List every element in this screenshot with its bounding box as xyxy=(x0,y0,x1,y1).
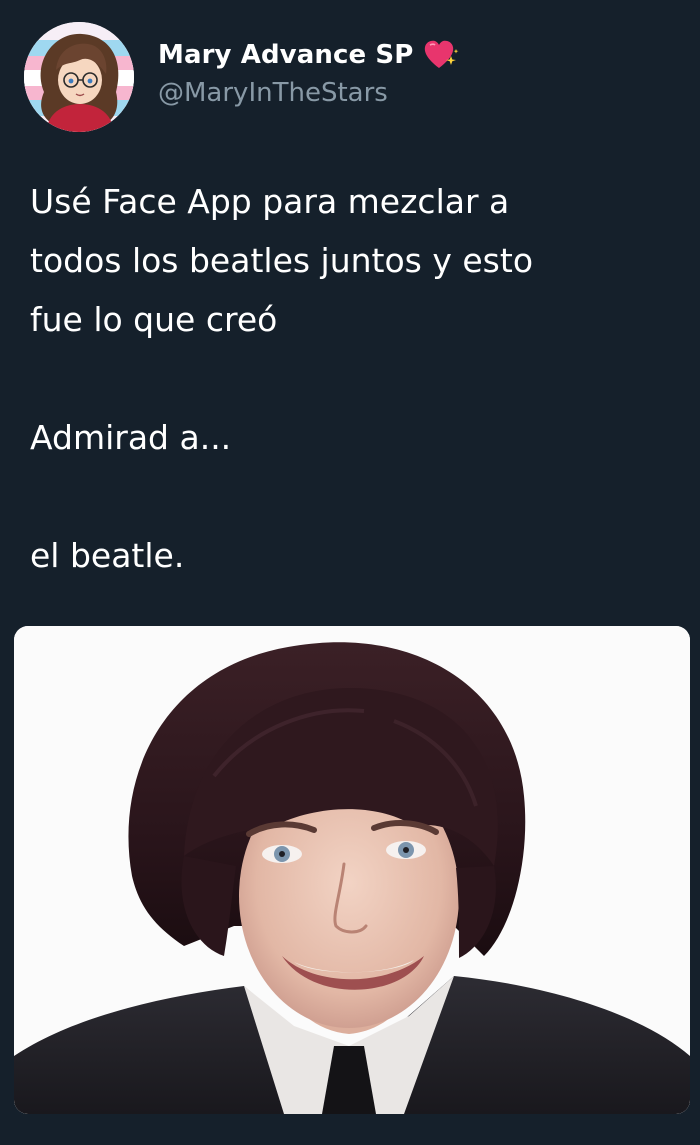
tweet-media-photo[interactable] xyxy=(14,626,690,1114)
sparkling-heart-icon xyxy=(423,39,459,71)
tweet-text-line: Admirad a... xyxy=(30,418,232,457)
user-handle[interactable]: @MaryInTheStars xyxy=(158,78,459,108)
tweet-text-line: Usé Face App para mezclar a xyxy=(30,182,510,221)
tweet-header: Mary Advance SP @MaryInTheStars xyxy=(24,22,674,132)
line-spacer xyxy=(30,467,670,526)
tweet-text-line: todos los beatles juntos y esto xyxy=(30,241,534,280)
author-names: Mary Advance SP @MaryInTheStars xyxy=(158,38,459,108)
tweet-card: Mary Advance SP @MaryInTheStars Usé Face… xyxy=(0,0,700,1145)
display-name[interactable]: Mary Advance SP xyxy=(158,40,413,70)
line-spacer xyxy=(30,349,670,408)
display-name-row: Mary Advance SP xyxy=(158,38,459,72)
tweet-text-line: el beatle. xyxy=(30,536,185,575)
avatar[interactable] xyxy=(24,22,134,132)
portrait-photo xyxy=(14,626,690,1114)
tweet-text-line: fue lo que creó xyxy=(30,300,278,339)
tweet-body: Usé Face App para mezclar a todos los be… xyxy=(30,172,670,585)
avatar-illustration xyxy=(24,22,134,132)
